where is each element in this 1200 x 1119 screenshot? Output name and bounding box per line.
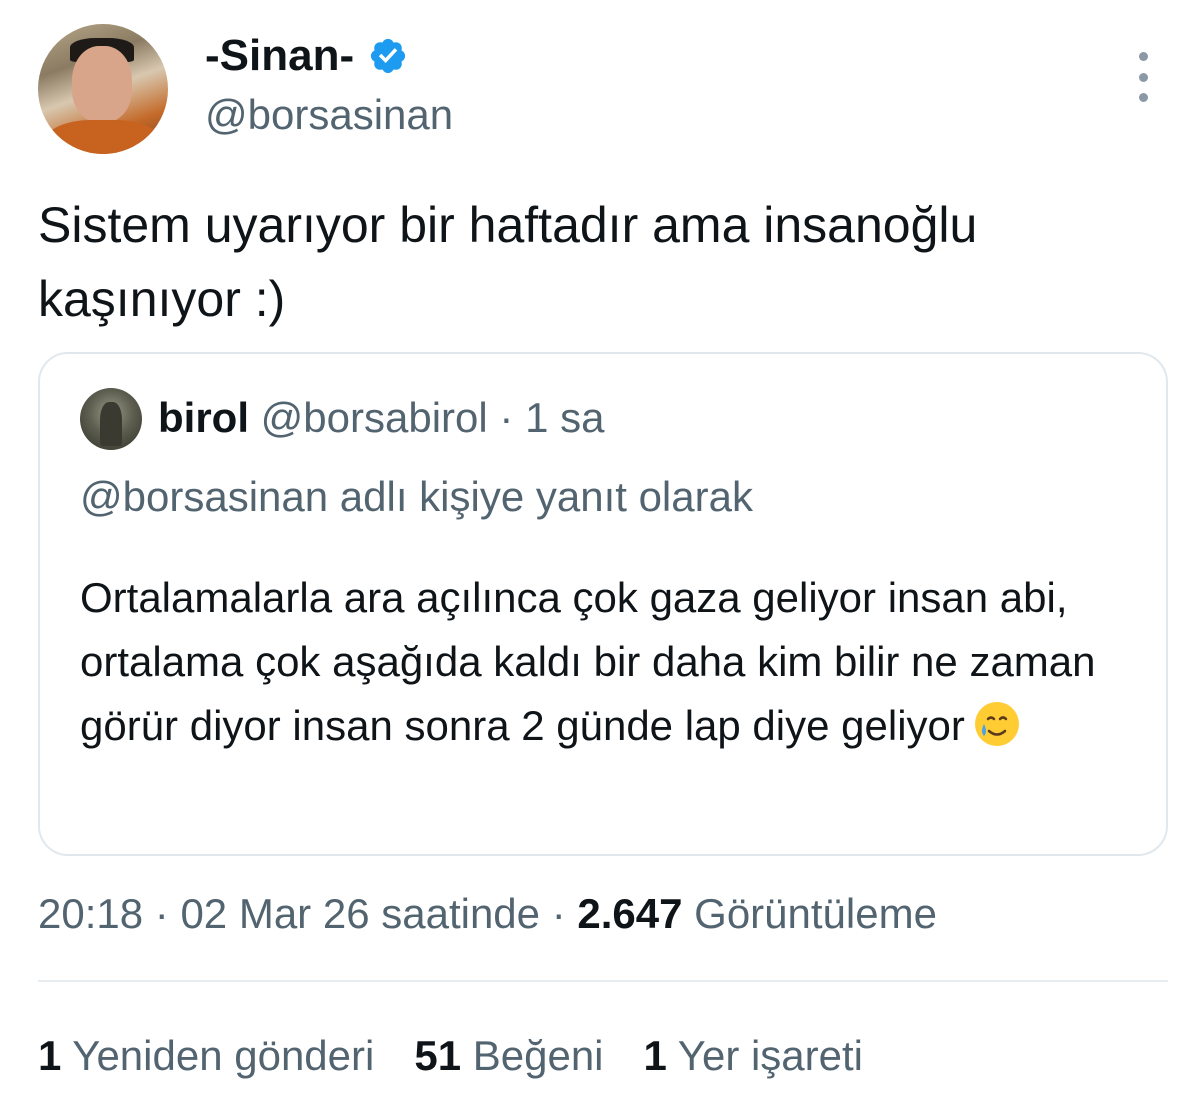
bookmarks-label: Yer işareti xyxy=(677,1032,864,1079)
views-count: 2.647 xyxy=(577,890,683,937)
quoted-tweet-text-block: Ortalamalarla ara açılınca çok gaza geli… xyxy=(80,566,1140,758)
reposts-label: Yeniden gönderi xyxy=(72,1032,375,1079)
likes-label: Beğeni xyxy=(472,1032,604,1079)
quoted-tweet-time[interactable]: 1 sa xyxy=(525,394,604,441)
separator-dot: · xyxy=(154,890,169,937)
avatar-figure xyxy=(100,402,122,446)
quoted-author-name[interactable]: birol xyxy=(158,394,249,441)
more-dot xyxy=(1138,52,1148,61)
quoted-tweet-text: Ortalamalarla ara açılınca çok gaza geli… xyxy=(80,574,1096,749)
views-label: Görüntüleme xyxy=(694,890,937,937)
more-dot xyxy=(1138,93,1148,102)
quoted-author-handle[interactable]: @borsabirol xyxy=(261,394,488,441)
tweet-date[interactable]: 02 Mar 26 saatinde xyxy=(180,890,540,937)
author-handle[interactable]: @borsasinan xyxy=(205,90,453,140)
quoted-author-avatar[interactable] xyxy=(80,388,142,450)
more-options-icon[interactable] xyxy=(1128,52,1158,102)
quoted-tweet-header: birol @borsabirol · 1 sa xyxy=(158,392,604,444)
tweet-text: Sistem uyarıyor bir haftadır ama insanoğ… xyxy=(38,197,978,327)
bookmarks-stat[interactable]: 1 Yer işareti xyxy=(644,1028,864,1084)
more-dot xyxy=(1138,72,1148,82)
reposts-count: 1 xyxy=(38,1032,62,1079)
author-avatar[interactable] xyxy=(38,24,168,154)
engagement-stats: 1 Yeniden gönderi 51 Beğeni 1 Yer işaret… xyxy=(38,1028,863,1084)
tweet-time[interactable]: 20:18 xyxy=(38,890,143,937)
divider xyxy=(38,980,1168,982)
tweet-meta: 20:18 · 02 Mar 26 saatinde · 2.647 Görün… xyxy=(38,886,937,942)
author-display-name[interactable]: -Sinan- xyxy=(205,30,354,82)
smiling-face-with-tear-icon xyxy=(974,702,1019,746)
separator-dot: · xyxy=(499,394,514,441)
reply-context: @borsasinan adlı kişiye yanıt olarak xyxy=(80,473,753,520)
reposts-stat[interactable]: 1 Yeniden gönderi xyxy=(38,1028,374,1084)
avatar-shirt xyxy=(46,120,160,154)
author-display-name-row[interactable]: -Sinan- xyxy=(205,30,408,82)
likes-count: 51 xyxy=(414,1032,462,1079)
likes-stat[interactable]: 51 Beğeni xyxy=(414,1028,603,1084)
quoted-tweet-card[interactable]: birol @borsabirol · 1 sa @borsasinan adl… xyxy=(38,352,1168,856)
verified-badge-icon xyxy=(371,38,406,74)
avatar-face xyxy=(72,46,132,122)
bookmarks-count: 1 xyxy=(643,1032,667,1079)
separator-dot: · xyxy=(551,890,566,937)
